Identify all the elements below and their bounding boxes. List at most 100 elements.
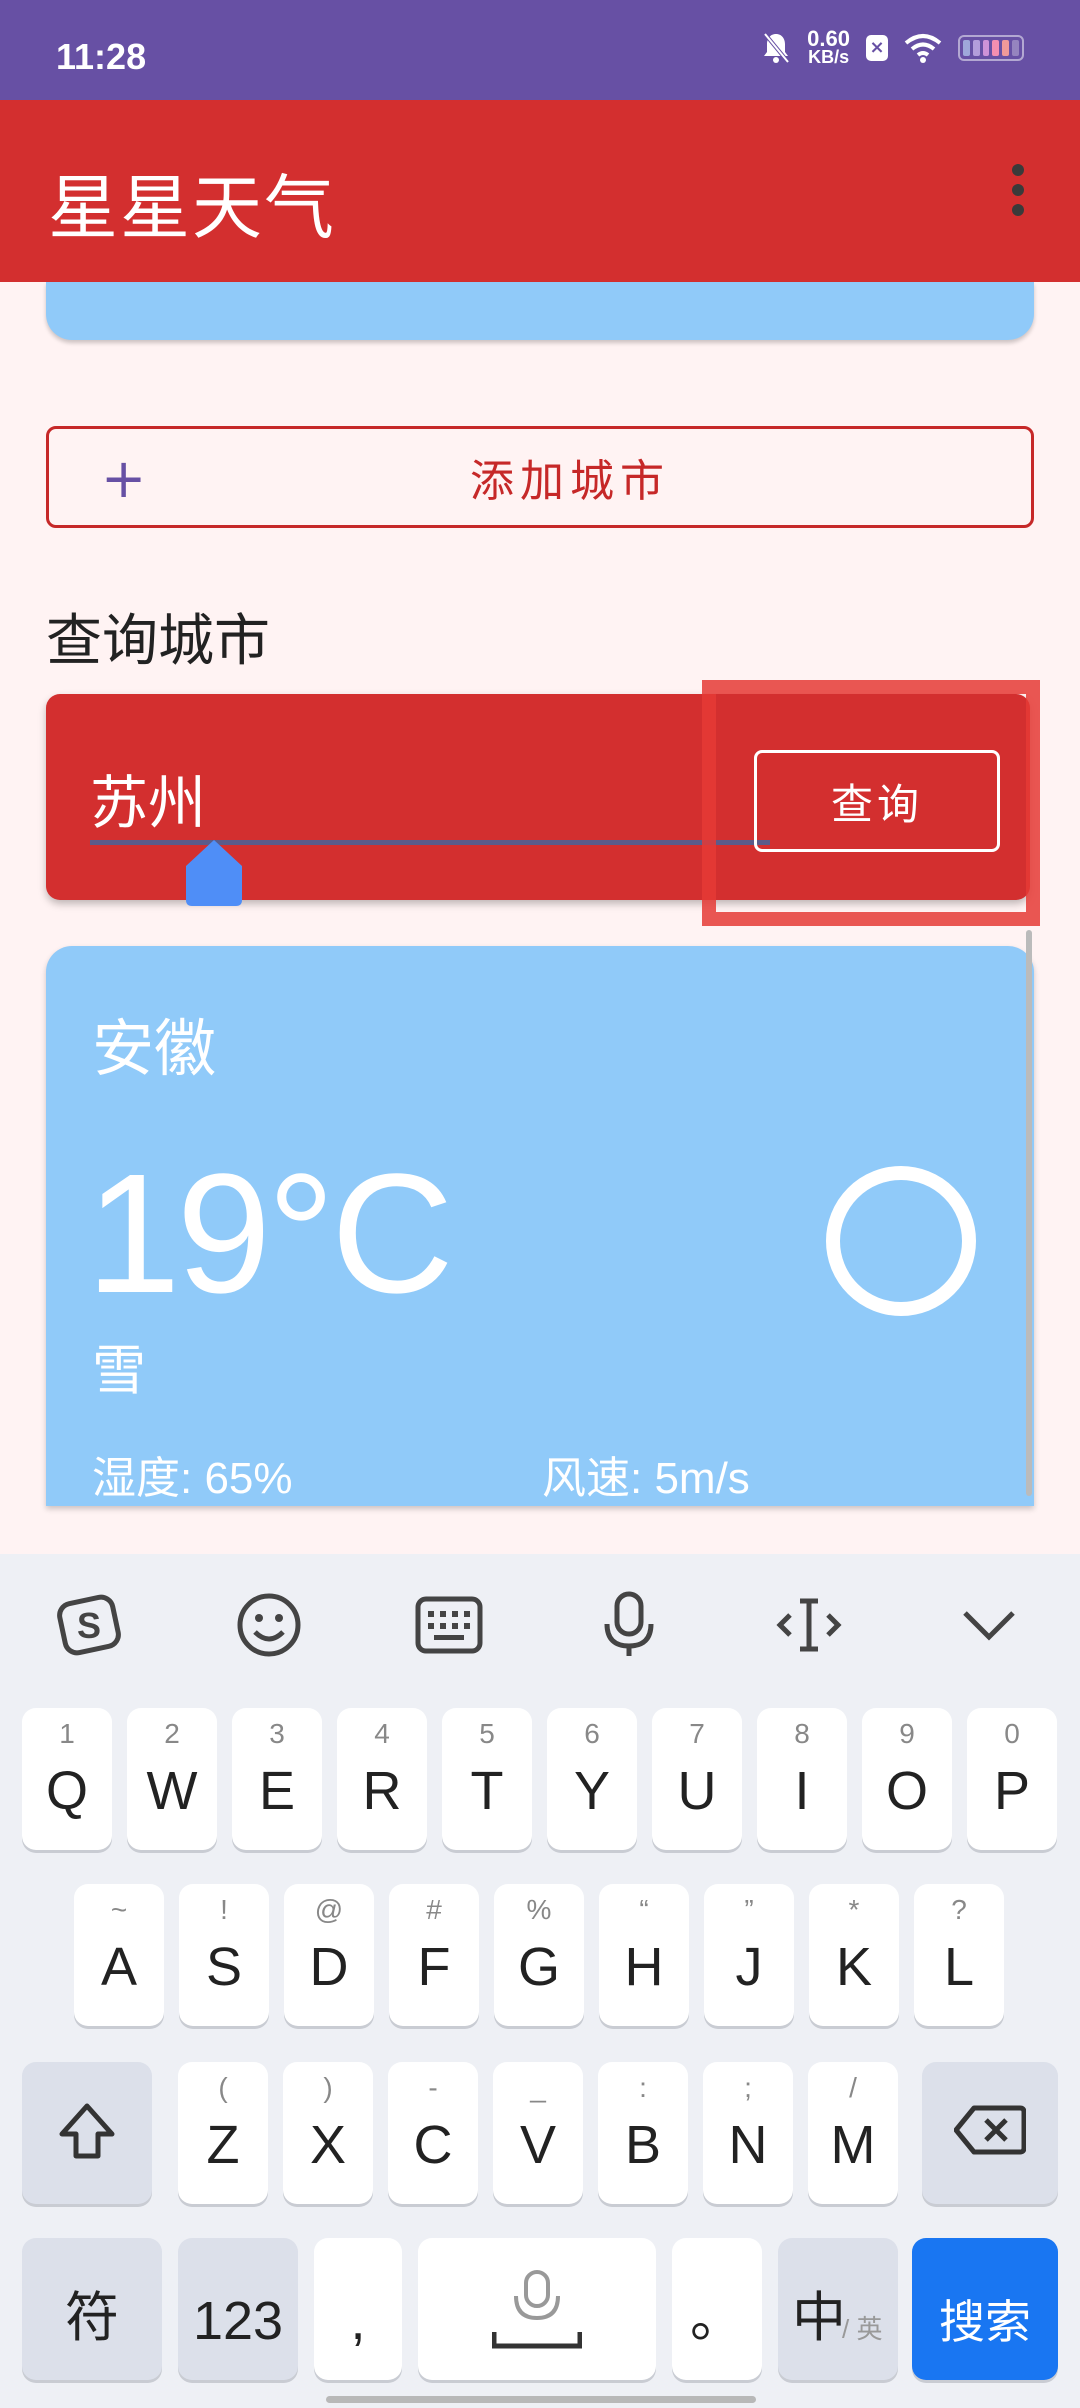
key-hint: :: [639, 2072, 647, 2103]
key-w[interactable]: 2W: [127, 1708, 217, 1850]
key-i[interactable]: 8I: [757, 1708, 847, 1850]
key-g[interactable]: % G: [494, 1884, 584, 2026]
key-v[interactable]: _ V: [493, 2062, 583, 2204]
key-m[interactable]: / M: [808, 2062, 898, 2204]
battery-icon: [958, 35, 1024, 61]
emoji-icon[interactable]: [234, 1590, 304, 1660]
weather-temperature: 19°C: [86, 1139, 454, 1329]
key-hint: #: [426, 1894, 442, 1925]
key-u[interactable]: 7U: [652, 1708, 742, 1850]
add-city-button[interactable]: + 添加城市: [46, 426, 1034, 528]
key-label: A: [100, 1937, 138, 1997]
key-label: U: [677, 1761, 717, 1821]
key-hint: 3: [269, 1718, 285, 1749]
key-label: R: [362, 1761, 402, 1821]
key-r[interactable]: 4R: [337, 1708, 427, 1850]
key-label: V: [519, 2115, 557, 2175]
shift-key[interactable]: [22, 2062, 152, 2204]
key-f[interactable]: # F: [389, 1884, 479, 2026]
key-j[interactable]: ” J: [704, 1884, 794, 2026]
collapse-keyboard-icon[interactable]: [954, 1590, 1024, 1660]
key-n[interactable]: ; N: [703, 2062, 793, 2204]
bell-mute-icon: [763, 32, 790, 64]
cursor-handle-icon[interactable]: [186, 840, 242, 906]
city-input[interactable]: 苏州: [90, 756, 206, 840]
key-label: Y: [573, 1761, 611, 1821]
weather-condition: 雪: [92, 1339, 146, 1402]
overflow-menu-icon[interactable]: [1000, 160, 1036, 220]
key-hint: -: [428, 2072, 438, 2103]
scrollbar[interactable]: [1026, 930, 1032, 1496]
key-s[interactable]: ! S: [179, 1884, 269, 2026]
key-hint: ?: [951, 1894, 967, 1925]
comma-key[interactable]: ,: [314, 2238, 402, 2380]
keyboard-icon[interactable]: [414, 1590, 484, 1660]
key-x[interactable]: ) X: [283, 2062, 373, 2204]
previous-weather-card[interactable]: [46, 282, 1034, 340]
key-hint: %: [526, 1894, 552, 1925]
key-hint: ~: [110, 1894, 128, 1925]
key-label: P: [993, 1761, 1031, 1821]
space-microphone-icon: [492, 2270, 582, 2349]
key-l[interactable]: ? L: [914, 1884, 1004, 2026]
weather-wind: 风速: 5m/s: [542, 1454, 750, 1503]
key-e[interactable]: 3E: [232, 1708, 322, 1850]
net-speed: 0.60 KB/s: [807, 26, 850, 67]
weather-card[interactable]: 安徽 19°C 雪 湿度: 65% 风速: 5m/s: [46, 946, 1034, 1506]
symbols-key[interactable]: 符: [22, 2238, 162, 2380]
space-key[interactable]: [418, 2238, 656, 2380]
language-switch-key[interactable]: 中 / 英: [778, 2238, 898, 2380]
key-label: E: [258, 1761, 296, 1821]
query-button[interactable]: 查询: [754, 750, 1000, 852]
key-label: B: [624, 2115, 662, 2175]
status-time: 11:28: [56, 36, 147, 77]
numbers-key[interactable]: 123: [178, 2238, 298, 2380]
app-title: 星星天气: [48, 167, 336, 249]
keyboard-toolbar: S: [0, 1554, 1080, 1694]
key-k[interactable]: * K: [809, 1884, 899, 2026]
key-label: O: [885, 1761, 928, 1821]
weather-circle-icon: [826, 1166, 976, 1316]
microphone-icon[interactable]: [594, 1590, 664, 1660]
key-hint: *: [848, 1894, 860, 1925]
soft-keyboard: S 符 123 , 。 中 / 英 搜索 1 Q 2 W 3 E 4 R 5 T…: [0, 1554, 1080, 2408]
key-q[interactable]: 1Q: [22, 1708, 112, 1850]
status-icons: 0.60 KB/s ×: [761, 26, 1024, 67]
key-hint: 5: [479, 1718, 495, 1749]
home-indicator[interactable]: [326, 2396, 756, 2403]
key-label: L: [943, 1937, 975, 1997]
key-hint: @: [314, 1894, 344, 1925]
sogou-logo-icon[interactable]: S: [54, 1590, 124, 1660]
key-label: T: [470, 1761, 504, 1821]
key-d[interactable]: @ D: [284, 1884, 374, 2026]
weather-region: 安徽: [92, 1012, 217, 1085]
key-hint: 4: [374, 1718, 390, 1749]
key-hint: 9: [899, 1718, 915, 1749]
key-label: H: [624, 1937, 664, 1997]
key-p[interactable]: 0P: [967, 1708, 1057, 1850]
query-card: 苏州 查询: [46, 694, 1030, 906]
search-key[interactable]: 搜索: [912, 2238, 1058, 2380]
key-t[interactable]: 5T: [442, 1708, 532, 1850]
x-square-icon: ×: [866, 35, 888, 61]
backspace-key[interactable]: [922, 2062, 1058, 2204]
key-label: F: [417, 1937, 451, 1997]
key-label: K: [835, 1937, 873, 1997]
key-z[interactable]: (Z: [178, 2062, 268, 2204]
cursor-move-icon[interactable]: [774, 1590, 844, 1660]
key-h[interactable]: “H: [599, 1884, 689, 2026]
key-hint: !: [220, 1894, 228, 1925]
query-section-title: 查询城市: [46, 609, 270, 674]
key-o[interactable]: 9O: [862, 1708, 952, 1850]
key-a[interactable]: ~ A: [74, 1884, 164, 2026]
key-hint: 2: [164, 1718, 180, 1749]
key-y[interactable]: 6Y: [547, 1708, 637, 1850]
key-hint: 6: [584, 1718, 600, 1749]
key-c[interactable]: -C: [388, 2062, 478, 2204]
key-hint: /: [849, 2072, 857, 2103]
plus-icon: +: [101, 447, 147, 510]
key-hint: “: [639, 1894, 649, 1925]
key-b[interactable]: :B: [598, 2062, 688, 2204]
period-key[interactable]: 。: [672, 2238, 762, 2380]
key-label: I: [794, 1761, 810, 1821]
